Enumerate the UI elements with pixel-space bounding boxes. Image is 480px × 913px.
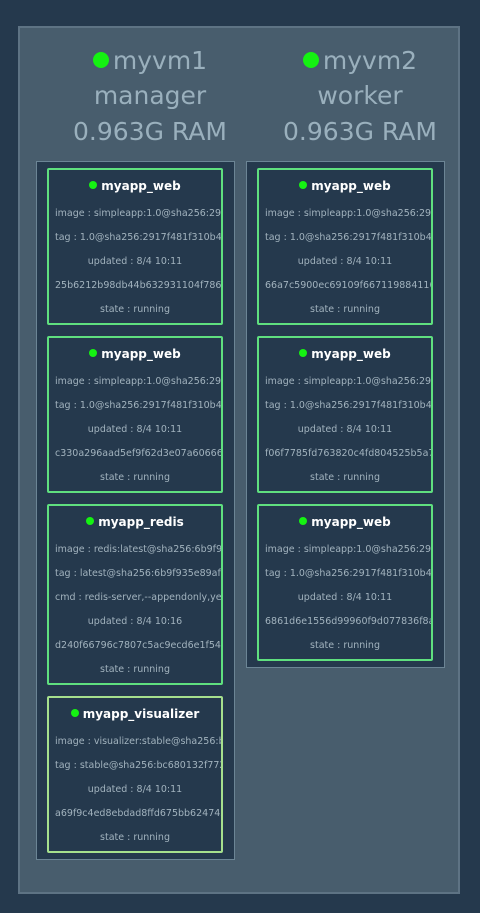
- container-stack-myvm2: myapp_web image : simpleapp:1.0@sha256:2…: [246, 161, 445, 668]
- container-state: state : running: [100, 664, 170, 675]
- container-state: state : running: [310, 640, 380, 651]
- node-role: manager: [93, 81, 207, 110]
- node-role: worker: [317, 81, 403, 110]
- container-updated: updated : 8/4 10:16: [87, 616, 183, 627]
- container-card[interactable]: myapp_redis image : redis:latest@sha256:…: [47, 504, 223, 685]
- container-name: myapp_web: [311, 347, 391, 361]
- node-ram: 0.963G RAM: [73, 117, 227, 146]
- container-card[interactable]: myapp_web image : simpleapp:1.0@sha256:2…: [47, 336, 223, 493]
- container-state: state : running: [310, 472, 380, 483]
- container-tag: tag : 1.0@sha256:2917f481f310b450: [265, 232, 433, 243]
- container-tag: tag : stable@sha256:bc680132f772c: [55, 760, 223, 771]
- container-state: state : running: [100, 472, 170, 483]
- running-dot-icon: [89, 349, 98, 357]
- container-card[interactable]: myapp_web image : simpleapp:1.0@sha256:2…: [257, 504, 433, 661]
- container-image: image : simpleapp:1.0@sha256:2917f481f31…: [265, 544, 432, 555]
- container-id: a69f9c4ed8ebdad8ffd675bb624742: [55, 808, 223, 819]
- running-dot-icon: [89, 181, 98, 189]
- container-tag: tag : 1.0@sha256:2917f481f310b450: [265, 568, 433, 579]
- node-name: myvm1: [50, 46, 250, 76]
- running-dot-icon: [86, 517, 95, 525]
- cluster-panel: myvm1 manager 0.963G RAM myvm2 worker 0.…: [18, 26, 460, 894]
- node-status-dot-icon: [302, 52, 319, 68]
- container-state: state : running: [310, 304, 380, 315]
- container-cmd: cmd : redis-server,--appendonly,yes: [55, 592, 223, 603]
- container-id: 6861d6e1556d99960f9d077836f8a9: [265, 616, 433, 627]
- container-name: myapp_web: [311, 515, 391, 529]
- container-updated: updated : 8/4 10:11: [87, 256, 183, 267]
- container-updated: updated : 8/4 10:11: [297, 424, 393, 435]
- container-name: myapp_web: [311, 179, 391, 193]
- container-tag: tag : 1.0@sha256:2917f481f310b450: [265, 400, 433, 411]
- container-image: image : simpleapp:1.0@sha256:2917f481f31…: [265, 208, 432, 219]
- container-updated: updated : 8/4 10:11: [297, 592, 393, 603]
- container-id: 25b6212b98db44b632931104f7862a: [55, 280, 223, 291]
- container-name: myapp_visualizer: [82, 707, 200, 721]
- running-dot-icon: [299, 181, 308, 189]
- container-updated: updated : 8/4 10:11: [87, 424, 183, 435]
- container-tag: tag : 1.0@sha256:2917f481f310b450: [55, 232, 223, 243]
- container-card[interactable]: myapp_web image : simpleapp:1.0@sha256:2…: [47, 168, 223, 325]
- container-id: 66a7c5900ec69109f6671198841169: [265, 280, 433, 291]
- container-image: image : simpleapp:1.0@sha256:2917f481f31…: [55, 376, 222, 387]
- container-updated: updated : 8/4 10:11: [87, 784, 183, 795]
- container-image: image : visualizer:stable@sha256:bc68013…: [55, 736, 221, 747]
- container-name: myapp_web: [101, 347, 181, 361]
- container-tag: tag : latest@sha256:6b9f935e89af00: [55, 568, 223, 579]
- container-id: d240f66796c7807c5ac9ecd6e1f5413: [55, 640, 223, 651]
- container-image: image : simpleapp:1.0@sha256:2917f481f31…: [55, 208, 222, 219]
- running-dot-icon: [299, 349, 308, 357]
- node-status-dot-icon: [92, 52, 109, 68]
- container-image: image : redis:latest@sha256:6b9f935e89af…: [55, 544, 223, 555]
- container-updated: updated : 8/4 10:11: [297, 256, 393, 267]
- running-dot-icon: [70, 709, 79, 717]
- container-tag: tag : 1.0@sha256:2917f481f310b450: [55, 400, 223, 411]
- node-ram: 0.963G RAM: [283, 117, 437, 146]
- container-stack-myvm1: myapp_web image : simpleapp:1.0@sha256:2…: [36, 161, 235, 860]
- container-card[interactable]: myapp_web image : simpleapp:1.0@sha256:2…: [257, 168, 433, 325]
- container-card[interactable]: myapp_visualizer image : visualizer:stab…: [47, 696, 223, 853]
- container-name: myapp_redis: [98, 515, 184, 529]
- container-state: state : running: [100, 304, 170, 315]
- container-id: c330a296aad5ef9f62d3e07a606669a: [55, 448, 223, 459]
- container-image: image : simpleapp:1.0@sha256:2917f481f31…: [265, 376, 432, 387]
- container-card[interactable]: myapp_web image : simpleapp:1.0@sha256:2…: [257, 336, 433, 493]
- container-state: state : running: [100, 832, 170, 843]
- container-id: f06f7785fd763820c4fd804525b5a7f: [265, 448, 433, 459]
- container-name: myapp_web: [101, 179, 181, 193]
- running-dot-icon: [299, 517, 308, 525]
- node-name: myvm2: [260, 46, 460, 76]
